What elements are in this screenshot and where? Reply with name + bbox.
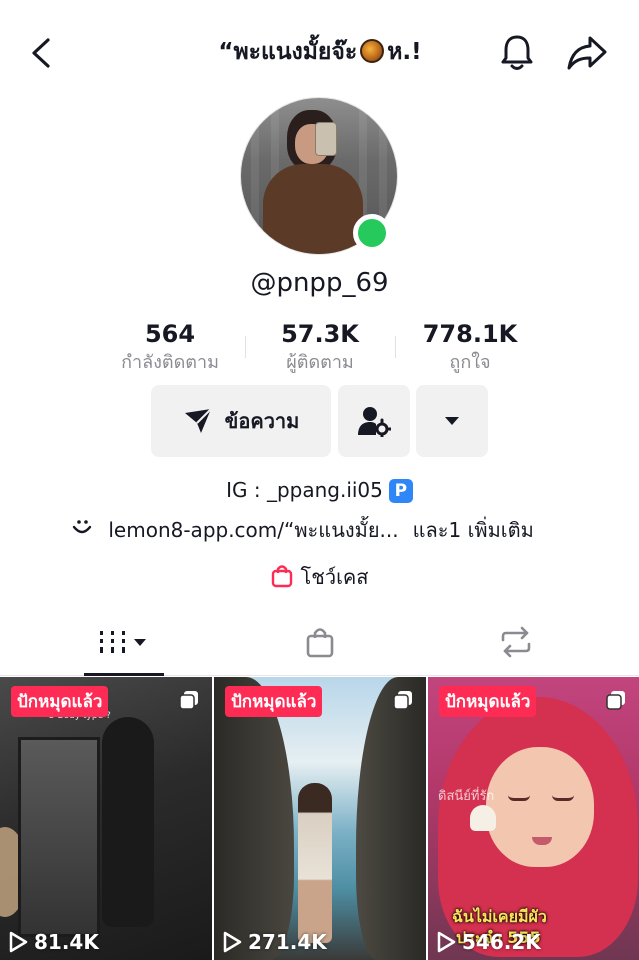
bio-instagram: IG : _ppang.ii05 P xyxy=(0,478,639,503)
view-count: 546.2K xyxy=(436,930,541,954)
bio-ig-text: IG : _ppang.ii05 xyxy=(226,478,383,502)
video-watermark: ดิสนีย์ที่รัก xyxy=(438,789,495,804)
title-text-part1: “พะแนงมั้ยจ๊ะ xyxy=(218,39,358,65)
bag-icon xyxy=(306,628,334,658)
active-tab-indicator xyxy=(84,673,164,676)
user-gear-icon xyxy=(358,407,391,437)
more-options-button[interactable] xyxy=(416,385,488,457)
pinned-badge: ปักหมุดแล้ว xyxy=(11,686,109,717)
multi-photo-icon xyxy=(179,691,198,710)
pinned-badge: ปักหมุดแล้ว xyxy=(225,686,323,717)
showcase-label: โชว์เคส xyxy=(300,565,369,589)
pinned-badge: ปักหมุดแล้ว xyxy=(439,686,537,717)
parking-badge-icon: P xyxy=(388,479,413,503)
tab-shop[interactable] xyxy=(280,608,360,676)
view-count-text: 81.4K xyxy=(34,930,99,954)
likes-label: ถูกใจ xyxy=(449,352,491,373)
view-count: 81.4K xyxy=(8,930,99,954)
online-status-dot xyxy=(353,214,391,252)
multi-photo-icon xyxy=(393,691,412,710)
shopping-bag-icon xyxy=(271,565,292,588)
page-title: “พะแนงมั้ยจ๊ะ ห.! xyxy=(150,34,490,70)
view-count-text: 546.2K xyxy=(462,930,541,954)
profile-stats: 564 กำลังติดตาม 57.3K ผู้ติดตาม 778.1K ถ… xyxy=(95,318,545,380)
multi-photo-icon xyxy=(606,691,625,710)
view-count-text: 271.4K xyxy=(248,930,327,954)
following-label: กำลังติดตาม xyxy=(121,352,219,373)
followers-count: 57.3K xyxy=(281,320,359,348)
play-icon xyxy=(223,931,242,953)
followers-label: ผู้ติดตาม xyxy=(286,352,354,373)
showcase-link[interactable]: โชว์เคส xyxy=(0,561,639,593)
video-grid: U Body type ? ปักหมุดแล้ว 81.4K ปักหมุดแ… xyxy=(0,677,639,960)
video-thumbnail[interactable]: U Body type ? ปักหมุดแล้ว 81.4K xyxy=(0,677,212,960)
coin-emoji-icon xyxy=(360,39,385,63)
username: @pnpp_69 xyxy=(250,268,389,298)
video-thumbnail[interactable]: ปักหมุดแล้ว 271.4K xyxy=(214,677,426,960)
view-count: 271.4K xyxy=(222,930,327,954)
play-icon xyxy=(9,931,28,953)
bell-icon[interactable] xyxy=(498,32,536,72)
friend-settings-button[interactable] xyxy=(338,385,410,457)
stat-following[interactable]: 564 กำลังติดตาม xyxy=(95,318,245,376)
profile-tabs xyxy=(0,608,639,676)
message-button[interactable]: ข้อความ xyxy=(151,385,331,457)
title-text-part2: ห.! xyxy=(387,39,422,65)
top-bar: “พะแนงมั้ยจ๊ะ ห.! xyxy=(0,0,639,104)
bio-link-more[interactable]: และ1 เพิ่มเติม xyxy=(413,518,534,542)
caret-down-icon xyxy=(445,417,459,425)
likes-count: 778.1K xyxy=(422,320,518,348)
video-thumbnail[interactable]: ดิสนีย์ที่รัก ฉันไม่เคยมีผัว ประจำ 555 ป… xyxy=(428,677,639,960)
back-icon[interactable] xyxy=(26,36,56,70)
tab-videos[interactable] xyxy=(84,608,164,676)
share-icon[interactable] xyxy=(566,34,608,72)
avatar-wrapper[interactable] xyxy=(240,97,398,255)
repost-icon xyxy=(501,626,531,658)
grid-icon xyxy=(100,631,146,653)
tab-reposts[interactable] xyxy=(476,608,556,676)
stat-likes[interactable]: 778.1K ถูกใจ xyxy=(395,318,545,376)
link-smile-icon xyxy=(72,520,92,534)
send-icon xyxy=(184,408,212,433)
message-label: ข้อความ xyxy=(224,409,300,433)
following-count: 564 xyxy=(144,320,196,348)
play-icon xyxy=(437,931,456,953)
bio-link-text[interactable]: lemon8-app.com/“พะแนงมั้ย... xyxy=(108,518,398,542)
stat-followers[interactable]: 57.3K ผู้ติดตาม xyxy=(245,318,395,376)
bio-link-row[interactable]: lemon8-app.com/“พะแนงมั้ย... และ1 เพิ่มเต… xyxy=(72,514,534,546)
